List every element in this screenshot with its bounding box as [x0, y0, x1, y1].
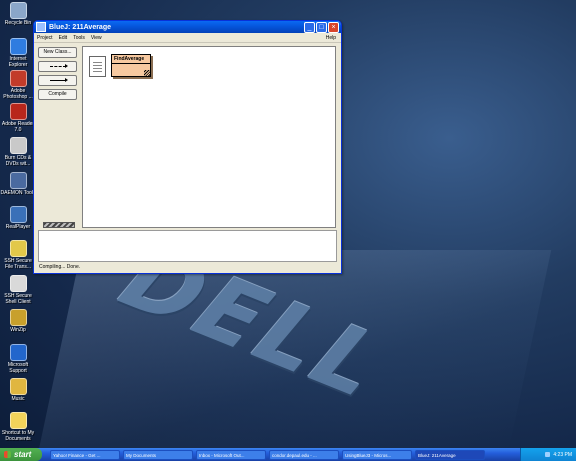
menu-edit[interactable]: Edit — [59, 35, 68, 41]
task-buttons: Yahoo! Finance - Get ... My Documents In… — [50, 449, 488, 460]
desktop-icon-help-support[interactable]: Microsoft Support — [0, 344, 36, 374]
menu-view[interactable]: View — [91, 35, 102, 41]
class-findaverage[interactable]: FindAverage — [111, 54, 151, 77]
folder-icon — [9, 412, 27, 429]
menu-tools[interactable]: Tools — [73, 35, 85, 41]
menu-project[interactable]: Project — [37, 35, 53, 41]
winzip-icon — [9, 309, 27, 326]
desktop-icon-label: WinZip — [10, 327, 26, 333]
readme-document-icon[interactable] — [89, 56, 106, 77]
menu-help[interactable]: Help — [326, 35, 336, 41]
desktop-icon-label: Shortcut to My Documents — [1, 430, 35, 442]
desktop-icon-recycle-bin[interactable]: Recycle Bin — [0, 2, 36, 26]
menu-bar: Project Edit Tools View Help — [34, 33, 341, 43]
tool-panel: New Class... Compile — [38, 47, 78, 227]
start-button[interactable]: start — [0, 448, 42, 461]
help-support-icon — [9, 344, 27, 361]
title-bar[interactable]: BlueJ: 211Average _ □ × — [34, 21, 341, 33]
task-outlook-inbox[interactable]: Inbox - Microsoft Out... — [196, 449, 266, 460]
tray-network-icon[interactable] — [545, 452, 551, 457]
class-name: FindAverage — [112, 55, 150, 64]
maximize-button[interactable]: □ — [316, 21, 327, 33]
desktop-icon-internet-explorer[interactable]: Internet Explorer — [0, 38, 36, 68]
system-tray: 4:23 PM — [520, 448, 576, 461]
desktop-icon-photoshop[interactable]: Adobe Photoshop ... — [0, 70, 36, 100]
bluej-window[interactable]: BlueJ: 211Average _ □ × Project Edit Too… — [33, 20, 342, 274]
dashed-arrow-icon — [49, 64, 68, 68]
desktop-icon-cd-burner[interactable]: Burn CDs & DVDs wit... — [0, 137, 36, 167]
desktop-icon-label: Music — [11, 396, 25, 402]
desktop-icon-ssh-shell[interactable]: SSH Secure Shell Client — [0, 275, 36, 305]
ssh-shell-icon — [9, 275, 27, 292]
adobe-reader-icon — [9, 103, 27, 120]
task-using-bluej[interactable]: UsingBlueJ3 - Micros... — [342, 449, 412, 460]
recycle-bin-icon — [9, 2, 27, 19]
desktop-icon-adobe-reader[interactable]: Adobe Reader 7.0 — [0, 103, 36, 133]
desktop-icon-label: Adobe Reader 7.0 — [1, 121, 35, 133]
desktop-icon-label: Burn CDs & DVDs wit... — [4, 155, 32, 167]
desktop-icon-winzip[interactable]: WinZip — [0, 309, 36, 333]
task-bluej[interactable]: BlueJ: 211Average — [415, 449, 485, 460]
new-class-button[interactable]: New Class... — [38, 47, 77, 58]
uses-arrow-button[interactable] — [38, 61, 77, 72]
desktop-icon-label: Internet Explorer — [8, 56, 28, 68]
task-condor[interactable]: condor.depaul.edu - ... — [269, 449, 339, 460]
realplayer-icon — [9, 206, 27, 223]
task-my-documents[interactable]: My Documents — [123, 449, 193, 460]
close-button[interactable]: × — [328, 21, 339, 33]
class-diagram-canvas[interactable]: FindAverage — [82, 46, 336, 228]
machine-activity-indicator — [43, 222, 75, 228]
desktop-icon-label: SSH Secure Shell Client — [4, 293, 32, 305]
window-title: BlueJ: 211Average — [49, 23, 111, 31]
cd-burner-icon — [9, 137, 27, 154]
clock[interactable]: 4:23 PM — [553, 452, 572, 458]
daemon-tools-icon — [9, 172, 27, 189]
desktop-icon-label: Microsoft Support — [7, 362, 29, 374]
desktop-icon-folder[interactable]: Shortcut to My Documents — [0, 412, 36, 442]
internet-explorer-icon — [9, 38, 27, 55]
desktop-icon-label: Recycle Bin — [4, 20, 32, 26]
solid-arrow-icon — [49, 78, 68, 82]
taskbar: start Yahoo! Finance - Get ... My Docume… — [0, 448, 576, 461]
desktop-icon-ssh-file-transfer[interactable]: SSH Secure File Trans... — [0, 240, 36, 270]
desktop-icon-label: SSH Secure File Trans... — [4, 258, 32, 270]
ssh-file-transfer-icon — [9, 240, 27, 257]
desktop-icon-label: RealPlayer — [5, 224, 31, 230]
task-yahoo-finance[interactable]: Yahoo! Finance - Get ... — [50, 449, 120, 460]
desktop-icon-label: Adobe Photoshop ... — [3, 88, 33, 100]
inheritance-arrow-button[interactable] — [38, 75, 77, 86]
compile-button[interactable]: Compile — [38, 89, 77, 100]
bluej-app-icon — [36, 22, 46, 32]
status-text: Compiling... Done. — [39, 264, 81, 270]
desktop-icon-realplayer[interactable]: RealPlayer — [0, 206, 36, 230]
class-hatch-marker — [144, 70, 150, 76]
desktop-icon-music[interactable]: Music — [0, 378, 36, 402]
desktop-icon-daemon-tools[interactable]: DAEMON Tools — [0, 172, 36, 196]
minimize-button[interactable]: _ — [304, 21, 315, 33]
object-bench[interactable] — [38, 230, 337, 262]
windows-flag-icon — [4, 451, 11, 458]
photoshop-icon — [9, 70, 27, 87]
start-label: start — [14, 450, 32, 459]
music-icon — [9, 378, 27, 395]
desktop-icon-label: DAEMON Tools — [0, 190, 36, 196]
